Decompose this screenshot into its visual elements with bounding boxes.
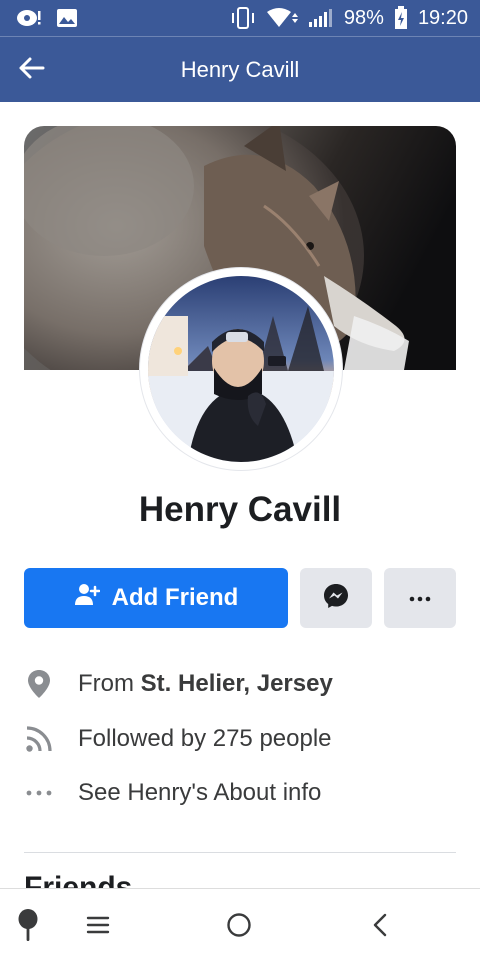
battery-charging-icon: [394, 6, 408, 30]
signal-icon: [308, 8, 334, 28]
pin-icon: [17, 908, 39, 947]
hometown-text: From St. Helier, Jersey: [78, 670, 333, 698]
info-followers[interactable]: Followed by 275 people: [24, 719, 464, 759]
info-hometown: From St. Helier, Jersey: [24, 664, 464, 704]
status-right: 98% 19:20: [230, 6, 468, 30]
system-navigation-bar: [0, 888, 480, 960]
hometown-place: St. Helier, Jersey: [140, 670, 333, 697]
status-bar: 98% 19:20: [0, 0, 480, 36]
more-dots-icon: [409, 589, 431, 607]
menu-lines-icon: [86, 915, 110, 940]
message-button[interactable]: [300, 568, 372, 628]
home-circle-icon: [226, 912, 252, 943]
rss-followers-icon: [24, 724, 54, 754]
page-title: Henry Cavill: [180, 56, 300, 82]
back-button[interactable]: [14, 53, 48, 87]
gallery-icon: [56, 8, 78, 28]
add-friend-button[interactable]: Add Friend: [24, 568, 288, 628]
home-button[interactable]: [219, 907, 259, 947]
menu-button[interactable]: [78, 907, 118, 947]
add-person-icon: [74, 583, 100, 614]
wifi-icon: [266, 7, 298, 29]
system-back-button[interactable]: [360, 907, 400, 947]
app-header: Henry Cavill: [0, 36, 480, 102]
arrow-left-icon: [17, 56, 45, 85]
clock-text: 19:20: [417, 6, 468, 29]
add-friend-label: Add Friend: [111, 584, 239, 611]
more-horizontal-icon: [24, 778, 54, 808]
profile-picture-frame: [140, 268, 342, 470]
chevron-left-icon: [371, 912, 389, 943]
friends-section-title: Friends: [24, 872, 132, 888]
messenger-icon: [323, 583, 349, 614]
notification-icon: [16, 8, 42, 28]
profile-name: Henry Cavill: [138, 490, 342, 529]
profile-picture[interactable]: [148, 276, 334, 462]
battery-text: 98%: [343, 6, 384, 29]
location-pin-icon: [24, 669, 54, 699]
hometown-prefix: From: [78, 670, 141, 697]
vibrate-icon: [230, 7, 256, 29]
section-divider: [24, 852, 456, 853]
info-about[interactable]: See Henry's About info: [24, 773, 464, 813]
status-left: [16, 8, 78, 28]
more-options-button[interactable]: [384, 568, 456, 628]
about-info-link: See Henry's About info: [78, 779, 322, 806]
assistant-button[interactable]: [8, 907, 48, 947]
followers-text: Followed by 275 people: [78, 725, 332, 752]
